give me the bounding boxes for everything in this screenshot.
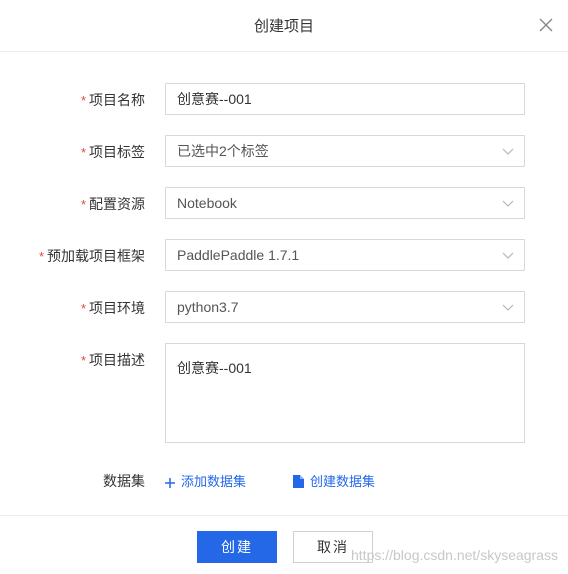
required-mark: * (80, 301, 86, 316)
framework-select[interactable]: PaddlePaddle 1.7.1 (165, 239, 525, 271)
resource-label: * 配置资源 (80, 196, 145, 212)
project-tags-value: 已选中2个标签 (177, 143, 269, 159)
create-dataset-label: 创建数据集 (310, 474, 376, 489)
required-mark: * (80, 145, 86, 160)
watermark: https://blog.csdn.net/skyseagrass (351, 547, 558, 563)
required-mark: * (80, 197, 86, 212)
chevron-down-icon (502, 252, 514, 259)
dataset-label: 数据集 (103, 473, 145, 489)
create-button[interactable]: 创建 (197, 531, 277, 563)
environment-select[interactable]: python3.7 (165, 291, 525, 323)
close-icon[interactable] (538, 17, 554, 33)
required-mark: * (80, 353, 86, 368)
environment-value: python3.7 (177, 299, 239, 315)
chevron-down-icon (502, 304, 514, 311)
add-dataset-label: 添加数据集 (181, 474, 247, 489)
create-project-dialog: 创建项目 * 项目名称 创意赛--001 * 项目标签 已选中2个标签 * 配置资源 … (0, 0, 568, 574)
plus-icon (165, 478, 175, 488)
file-icon (293, 475, 304, 488)
dialog-header: 创建项目 (0, 0, 568, 52)
resource-value: Notebook (177, 195, 237, 211)
project-name-label: * 项目名称 (80, 92, 145, 108)
dialog-title: 创建项目 (253, 18, 314, 35)
chevron-down-icon (502, 200, 514, 207)
framework-value: PaddlePaddle 1.7.1 (177, 247, 300, 263)
framework-label: * 预加载项目框架 (38, 248, 145, 264)
required-mark: * (80, 93, 86, 108)
environment-label: * 项目环境 (80, 300, 145, 316)
chevron-down-icon (502, 148, 514, 155)
required-mark: * (38, 249, 44, 264)
dialog-footer: 创建 取消 (0, 515, 568, 574)
project-tags-select[interactable]: 已选中2个标签 (165, 135, 525, 167)
description-label: * 项目描述 (80, 352, 145, 368)
project-name-input[interactable]: 创意赛--001 (165, 83, 525, 115)
add-dataset-link[interactable]: 添加数据集 (165, 471, 246, 490)
resource-select[interactable]: Notebook (165, 187, 525, 219)
description-textarea[interactable]: 创意赛--001 (165, 343, 525, 443)
project-tags-label: * 项目标签 (80, 144, 145, 160)
create-dataset-link[interactable]: 创建数据集 (293, 471, 375, 490)
